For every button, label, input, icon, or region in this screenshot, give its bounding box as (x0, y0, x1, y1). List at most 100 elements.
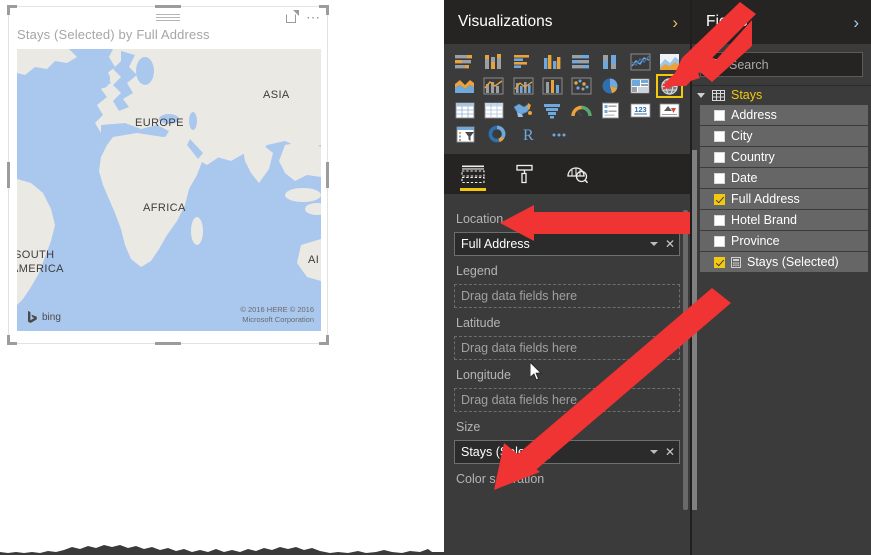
format-tab[interactable] (510, 155, 540, 193)
more-visuals-ellipsis-icon[interactable] (544, 122, 573, 146)
resize-handle-left[interactable] (7, 162, 10, 188)
field-item-date[interactable]: Date (700, 168, 868, 188)
fields-panel-scrollbar[interactable] (692, 150, 697, 510)
field-checkbox[interactable] (714, 151, 725, 163)
bing-map[interactable]: EUROPE ASIA AFRICA SOUTH AMERICA AI bing… (17, 49, 321, 331)
field-item-hotel-brand[interactable]: Hotel Brand (700, 210, 868, 230)
search-input[interactable]: Search (700, 52, 863, 77)
analytics-tab[interactable] (562, 155, 592, 193)
table-visual-icon[interactable] (480, 98, 507, 122)
legend-well-dropzone[interactable]: Drag data fields here (454, 284, 680, 308)
fields-header: Fields › (692, 0, 871, 44)
map-visual-container[interactable]: ⋯ Stays (Selected) by Full Address EUROP… (7, 5, 329, 345)
fields-table-name: Stays (731, 88, 763, 102)
treemap-chart-icon[interactable] (626, 74, 653, 98)
fields-well-tab[interactable] (458, 155, 488, 193)
fields-list: Address City Country Date Full Address H… (692, 105, 871, 272)
field-checkbox[interactable] (714, 214, 725, 226)
filled-map-visual-icon[interactable] (510, 98, 537, 122)
field-item-full-address[interactable]: Full Address (700, 189, 868, 209)
field-wells-scrollbar[interactable] (683, 210, 688, 510)
ribbon-chart-icon[interactable] (539, 74, 566, 98)
resize-handle-bottom-left[interactable] (7, 335, 17, 345)
field-checkbox[interactable] (714, 130, 725, 142)
map-label: ASIA (263, 89, 290, 101)
pie-chart-icon[interactable] (597, 74, 624, 98)
matrix-visual-icon[interactable] (451, 98, 478, 122)
focus-mode-icon[interactable] (286, 10, 299, 23)
map-visual-gallery-icon[interactable] (655, 74, 683, 98)
donut-chart-icon[interactable] (482, 122, 511, 146)
gauge-chart-icon[interactable] (568, 98, 595, 122)
latitude-well-dropzone[interactable]: Drag data fields here (454, 336, 680, 360)
kpi-visual-icon[interactable] (656, 98, 683, 122)
svg-text:R: R (523, 127, 534, 143)
size-well-field-name: Stays (Selected) (461, 445, 553, 459)
chevron-right-icon[interactable]: › (853, 14, 859, 31)
stacked-column-chart-icon[interactable] (480, 50, 507, 74)
resize-handle-bottom-right[interactable] (319, 335, 329, 345)
funnel-chart-icon[interactable] (539, 98, 566, 122)
field-item-stays-selected[interactable]: Stays (Selected) (700, 252, 868, 272)
table-icon (712, 89, 725, 101)
color-saturation-well-label: Color saturation (456, 472, 545, 486)
field-item-province[interactable]: Province (700, 231, 868, 251)
report-canvas[interactable]: ⋯ Stays (Selected) by Full Address EUROP… (0, 0, 444, 555)
chevron-down-icon[interactable] (649, 242, 658, 246)
r-script-visual-icon[interactable]: R (513, 122, 542, 146)
100-percent-stacked-column-chart-icon[interactable] (597, 50, 624, 74)
resize-handle-top-left[interactable] (7, 5, 17, 15)
remove-field-icon[interactable]: ✕ (665, 446, 675, 458)
100-percent-stacked-bar-chart-icon[interactable] (568, 50, 595, 74)
field-checkbox[interactable] (714, 109, 725, 121)
longitude-well-dropzone[interactable]: Drag data fields here (454, 388, 680, 412)
map-attribution-line1: © 2016 HERE © 2016 (240, 305, 314, 314)
visualization-gallery: 123 R (444, 44, 690, 154)
line-and-clustered-column-chart-icon[interactable] (509, 74, 536, 98)
chevron-right-icon[interactable]: › (672, 14, 678, 31)
legend-well-label: Legend (456, 264, 498, 278)
field-checkbox[interactable] (714, 235, 725, 247)
field-label: Date (731, 171, 758, 185)
field-label: Address (731, 108, 777, 122)
drag-handle-icon[interactable] (156, 14, 180, 21)
field-checkbox[interactable] (714, 172, 725, 184)
clustered-bar-chart-icon[interactable] (510, 50, 537, 74)
field-item-city[interactable]: City (700, 126, 868, 146)
power-bi-screenshot: ⋯ Stays (Selected) by Full Address EUROP… (0, 0, 871, 555)
area-chart-icon[interactable] (656, 50, 683, 74)
chevron-down-icon[interactable] (649, 450, 658, 454)
resize-handle-bottom[interactable] (155, 342, 181, 345)
size-well-label: Size (456, 420, 481, 434)
bing-logo[interactable]: bing (27, 311, 61, 323)
fields-table-stays[interactable]: Stays (692, 86, 871, 104)
scatter-chart-icon[interactable] (568, 74, 595, 98)
torn-edge-decoration (0, 545, 444, 555)
expand-collapse-triangle-icon[interactable] (697, 92, 705, 98)
stacked-area-chart-icon[interactable] (451, 74, 478, 98)
field-label: Full Address (731, 192, 800, 206)
slicer-visual-icon[interactable] (451, 122, 480, 146)
field-item-country[interactable]: Country (700, 147, 868, 167)
field-checkbox-checked[interactable] (714, 193, 725, 205)
resize-handle-top[interactable] (155, 5, 181, 8)
field-item-address[interactable]: Address (700, 105, 868, 125)
multi-row-card-icon[interactable] (597, 98, 624, 122)
resize-handle-right[interactable] (326, 162, 329, 188)
line-and-stacked-column-chart-icon[interactable] (480, 74, 507, 98)
remove-field-icon[interactable]: ✕ (665, 238, 675, 250)
resize-handle-top-right[interactable] (319, 5, 329, 15)
location-well-field[interactable]: Full Address ✕ (454, 232, 680, 256)
visual-title: Stays (Selected) by Full Address (17, 27, 210, 42)
search-icon (709, 58, 722, 71)
bing-logo-text: bing (42, 311, 61, 323)
line-chart-icon[interactable] (627, 50, 654, 74)
stacked-bar-chart-icon[interactable] (451, 50, 478, 74)
field-label: Province (731, 234, 780, 248)
card-visual-icon[interactable]: 123 (627, 98, 654, 122)
field-checkbox-checked[interactable] (714, 256, 725, 268)
map-label: AFRICA (143, 202, 186, 214)
clustered-column-chart-icon[interactable] (539, 50, 566, 74)
map-label: EUROPE (135, 117, 184, 129)
size-well-field[interactable]: Stays (Selected) ✕ (454, 440, 680, 464)
